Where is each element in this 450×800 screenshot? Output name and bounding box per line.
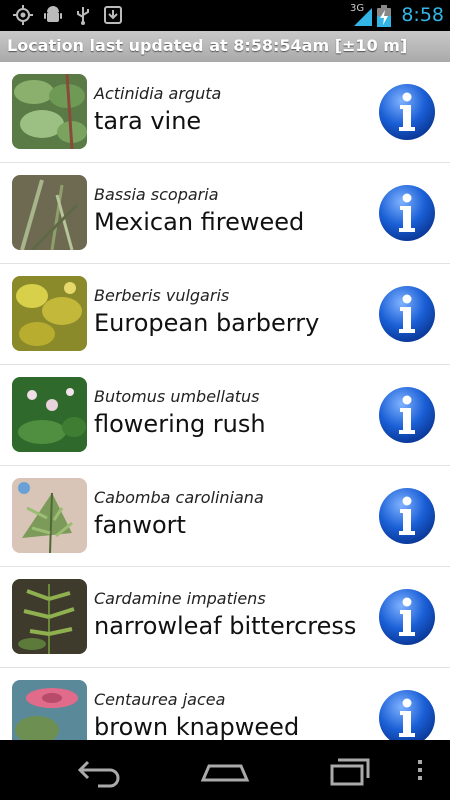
plant-thumbnail [12,680,87,740]
scientific-name: Bassia scoparia [94,185,219,204]
scientific-name: Butomus umbellatus [94,387,260,406]
list-item[interactable]: Actinidia arguta tara vine [0,62,450,163]
scientific-name: Actinidia arguta [94,84,222,103]
home-icon[interactable] [195,748,255,792]
scientific-name: Cabomba caroliniana [94,488,264,507]
info-icon[interactable] [378,487,436,545]
common-name: Mexican fireweed [94,208,305,236]
plant-thumbnail [12,175,87,250]
signal-icon [354,8,372,26]
common-name: tara vine [94,107,202,135]
menu-overflow-icon[interactable] [400,748,440,792]
info-icon[interactable] [378,285,436,343]
info-icon[interactable] [378,588,436,646]
navigation-bar [0,740,450,800]
scientific-name: Berberis vulgaris [94,286,230,305]
plant-thumbnail [12,579,87,654]
scientific-name: Centaurea jacea [94,690,226,709]
battery-charging-icon [377,5,391,27]
download-icon [104,6,122,24]
list-item[interactable]: Bassia scoparia Mexican fireweed [0,163,450,264]
list-item[interactable]: Butomus umbellatus flowering rush [0,365,450,466]
list-item[interactable]: Cardamine impatiens narrowleaf bittercre… [0,567,450,668]
back-icon[interactable] [70,748,130,792]
plant-thumbnail [12,276,87,351]
list-item[interactable]: Berberis vulgaris European barberry [0,264,450,365]
plant-thumbnail [12,377,87,452]
recent-apps-icon[interactable] [320,748,380,792]
plant-thumbnail [12,478,87,553]
common-name: European barberry [94,309,320,337]
info-icon[interactable] [378,689,436,740]
clock-time: 8:58 [401,4,444,26]
plant-list[interactable]: Actinidia arguta tara vine Bassia scopar… [0,62,450,740]
status-bar: 3G 8:58 [0,0,450,31]
location-bar: Location last updated at 8:58:54am [±10 … [0,31,450,62]
usb-icon [77,7,89,25]
info-icon[interactable] [378,386,436,444]
location-status-text: Location last updated at 8:58:54am [±10 … [7,36,408,55]
common-name: brown knapweed [94,713,300,740]
info-icon[interactable] [378,184,436,242]
scientific-name: Cardamine impatiens [94,589,266,608]
common-name: fanwort [94,511,186,539]
info-icon[interactable] [378,83,436,141]
common-name: narrowleaf bittercress [94,612,357,640]
list-item[interactable]: Centaurea jacea brown knapweed [0,668,450,740]
android-debug-icon [44,6,62,22]
common-name: flowering rush [94,410,266,438]
plant-thumbnail [12,74,87,149]
gps-icon [13,5,33,25]
list-item[interactable]: Cabomba caroliniana fanwort [0,466,450,567]
